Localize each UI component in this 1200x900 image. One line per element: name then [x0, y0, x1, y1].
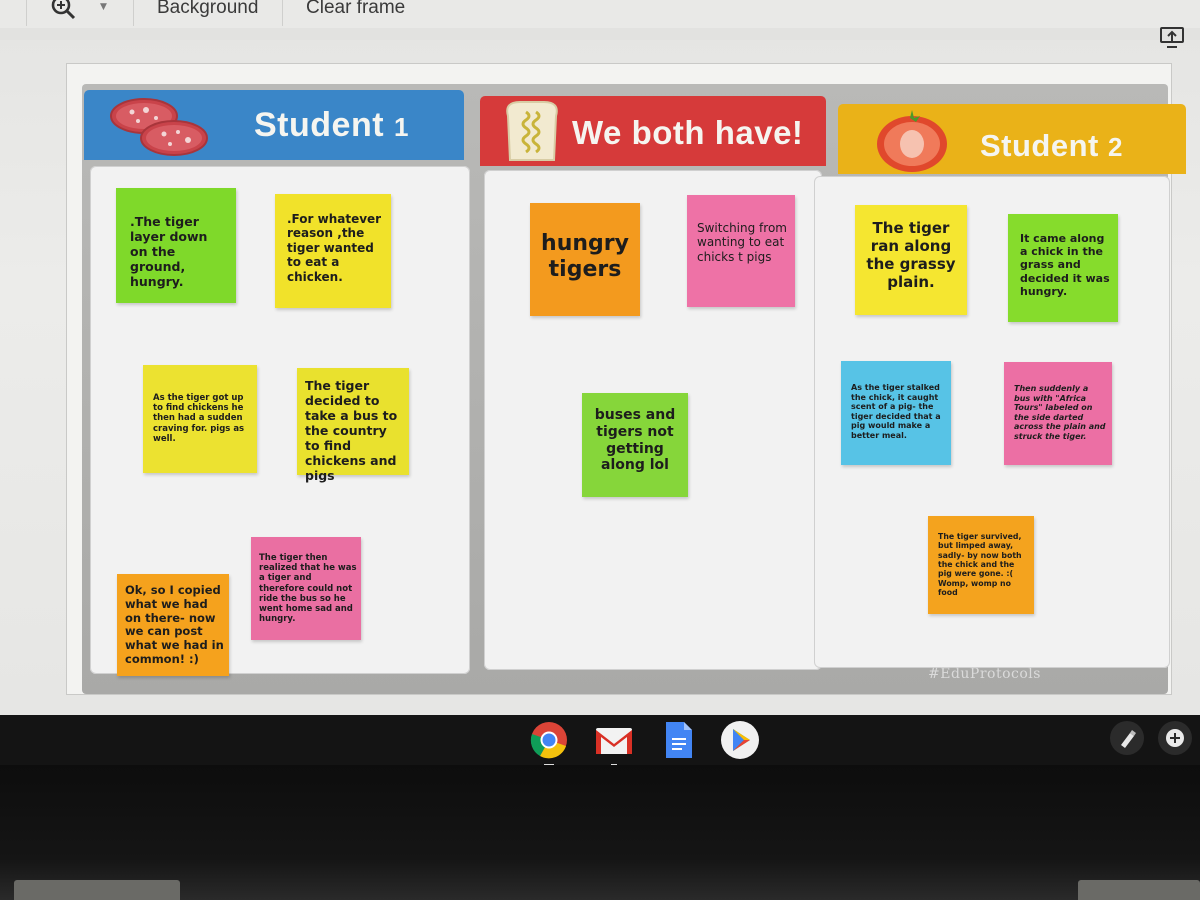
page-edge: [0, 28, 1200, 40]
toolbar-divider: [26, 0, 27, 26]
zoom-in-icon: [51, 0, 76, 20]
column-header: Student 1: [84, 90, 464, 160]
shelf-app-play-store[interactable]: [720, 720, 760, 760]
column-title: Student 2: [980, 128, 1123, 164]
sticky-note[interactable]: The tiger survived, but limped away, sad…: [928, 516, 1034, 614]
sticky-note[interactable]: hungry tigers: [530, 203, 640, 316]
laptop-hinge: [14, 880, 180, 900]
column-title-text: Student: [254, 106, 385, 144]
laptop-hinge: [1078, 880, 1200, 900]
sticky-note[interactable]: As the tiger got up to find chickens he …: [143, 365, 257, 473]
stylus-button[interactable]: [1110, 721, 1144, 755]
present-icon: [1160, 27, 1184, 48]
column-title-text: Student: [980, 128, 1099, 163]
chrome-icon: [530, 722, 567, 759]
column-title: We both have!: [572, 114, 804, 151]
sticky-note[interactable]: The tiger then realized that he was a ti…: [251, 537, 361, 640]
gmail-icon: [596, 728, 632, 754]
add-button[interactable]: [1158, 721, 1192, 755]
tomato-icon: [877, 110, 947, 172]
shelf: [0, 715, 1200, 766]
sticky-note[interactable]: Ok, so I copied what we had on there- no…: [117, 574, 229, 676]
toolbar: ▼ Background Clear frame: [0, 0, 1200, 29]
toolbar-divider: [133, 0, 134, 26]
background-button[interactable]: Background: [157, 0, 258, 19]
play-store-icon: [721, 721, 759, 759]
clear-frame-button[interactable]: Clear frame: [306, 0, 405, 19]
column-number: 2: [1108, 132, 1123, 162]
shelf-app-docs[interactable]: [658, 720, 698, 760]
shelf-app-chrome[interactable]: [529, 720, 569, 766]
column-header: We both have!: [480, 96, 826, 166]
laptop-bezel: [0, 765, 1200, 900]
column-title: Student 1: [254, 106, 409, 145]
watermark: #EduProtocols: [928, 666, 1041, 682]
add-icon: [1166, 729, 1184, 747]
stylus-icon: [1121, 730, 1136, 748]
column-number: 1: [394, 112, 409, 142]
salami-icon: [110, 98, 208, 156]
sticky-note[interactable]: The tiger decided to take a bus to the c…: [297, 368, 409, 483]
sticky-note[interactable]: As the tiger stalked the chick, it caugh…: [841, 361, 951, 465]
sticky-note[interactable]: .For whatever reason ,the tiger wanted t…: [275, 194, 391, 308]
zoom-dropdown-caret[interactable]: ▼: [100, 2, 107, 12]
sticky-note[interactable]: The tiger ran along the grassy plain.: [855, 205, 967, 315]
shelf-app-gmail[interactable]: [594, 720, 634, 766]
present-button[interactable]: [1158, 26, 1186, 50]
zoom-button[interactable]: [48, 0, 82, 24]
toolbar-divider: [282, 0, 283, 26]
sticky-note[interactable]: buses and tigers not getting along lol: [582, 393, 688, 497]
docs-icon: [666, 722, 692, 758]
sticky-note[interactable]: Switching from wanting to eat chicks t p…: [687, 195, 795, 307]
sticky-note[interactable]: Then suddenly a bus with "Africa Tours" …: [1004, 362, 1112, 465]
sticky-note[interactable]: It came along a chick in the grass and d…: [1008, 214, 1118, 322]
column-header: Student 2: [838, 104, 1186, 174]
bread-icon: [506, 101, 558, 161]
sticky-note[interactable]: .The tiger layer down on the ground, hun…: [116, 188, 236, 303]
screen: ▼ Background Clear frame Student 1 .The …: [0, 0, 1200, 715]
